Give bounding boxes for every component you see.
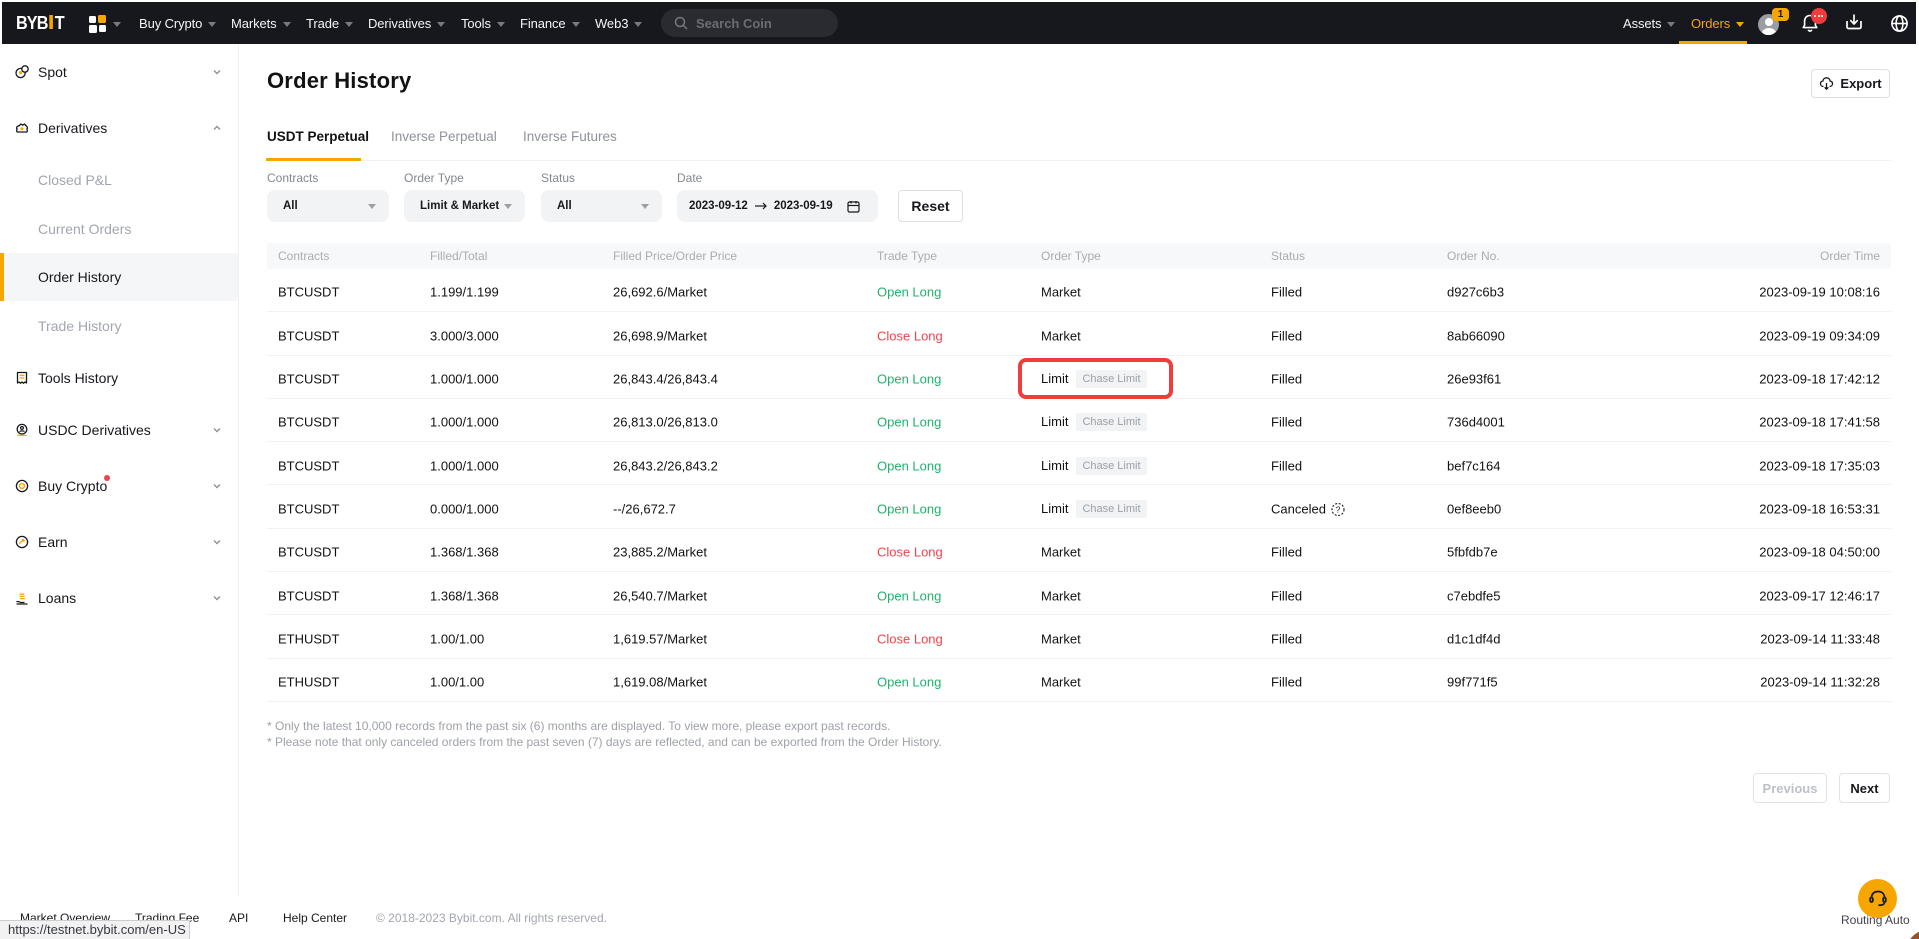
svg-text:?: ? (1336, 504, 1341, 514)
